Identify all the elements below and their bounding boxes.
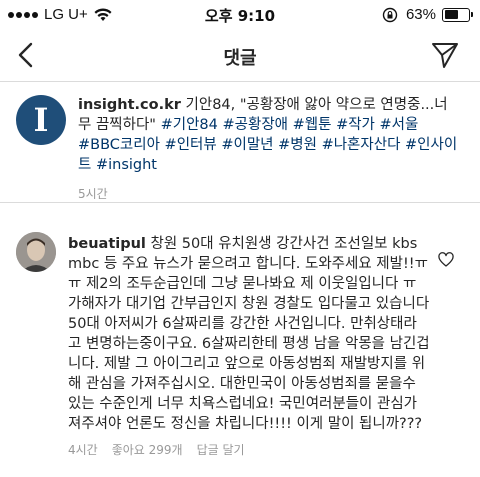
hashtag-link[interactable]: #기안84 <box>161 117 218 133</box>
hashtag-link[interactable]: #BBC코리아 <box>78 137 160 153</box>
hashtag-link[interactable]: #나혼자산다 <box>322 137 401 153</box>
comment-text: beuatipul 창원 50대 유치원생 강간사건 조선일보 kbs mbc … <box>68 234 430 434</box>
avatar-logo-letter: I <box>33 101 49 139</box>
rotation-lock-icon <box>382 7 398 22</box>
comment: beuatipul 창원 50대 유치원생 강간사건 조선일보 kbs mbc … <box>0 204 480 477</box>
comment-username[interactable]: beuatipul <box>68 236 146 252</box>
avatar[interactable]: I <box>16 95 66 145</box>
avatar[interactable] <box>16 232 56 272</box>
hashtag-link[interactable]: #서울 <box>380 117 419 133</box>
profile-photo-icon <box>16 232 56 272</box>
heart-icon[interactable] <box>438 252 454 268</box>
hashtag-link[interactable]: #작가 <box>336 117 375 133</box>
likes-count-button[interactable]: 좋아요 299개 <box>112 441 183 458</box>
hashtag-link[interactable]: #이말년 <box>221 137 273 153</box>
nav-bar: 댓글 <box>0 30 480 82</box>
battery-percent: 63% <box>405 6 436 23</box>
status-bar: LG U+ 오후 9:10 63% <box>0 0 480 30</box>
caption-username[interactable]: insight.co.kr <box>78 97 181 113</box>
battery-fill <box>444 10 459 19</box>
comment-meta: 4시간 좋아요 299개 답글 달기 <box>68 441 245 458</box>
hashtag-link[interactable]: #인터뷰 <box>165 137 217 153</box>
hashtag-link[interactable]: #웹툰 <box>293 117 332 133</box>
caption-text: insight.co.kr 기안84, "공황장애 앓아 약으로 연명중...너… <box>78 95 458 175</box>
reply-button[interactable]: 답글 달기 <box>197 441 245 458</box>
comment-body: 창원 50대 유치원생 강간사건 조선일보 kbs mbc 등 주요 뉴스가 묻… <box>68 236 430 432</box>
hashtag-link[interactable]: #insight <box>96 157 157 173</box>
hashtag-link[interactable]: #공황장애 <box>222 117 288 133</box>
hashtag-link[interactable]: #병원 <box>278 137 317 153</box>
caption-timestamp: 5시간 <box>78 183 108 202</box>
comment-time: 4시간 <box>68 443 98 457</box>
direct-share-icon[interactable] <box>430 40 460 70</box>
caption-time-text: 5시간 <box>78 187 108 201</box>
status-right: 63% <box>382 6 473 23</box>
page-title: 댓글 <box>223 48 257 69</box>
post-caption: I insight.co.kr 기안84, "공황장애 앓아 약으로 연명중..… <box>0 83 480 203</box>
battery-icon <box>442 7 473 22</box>
